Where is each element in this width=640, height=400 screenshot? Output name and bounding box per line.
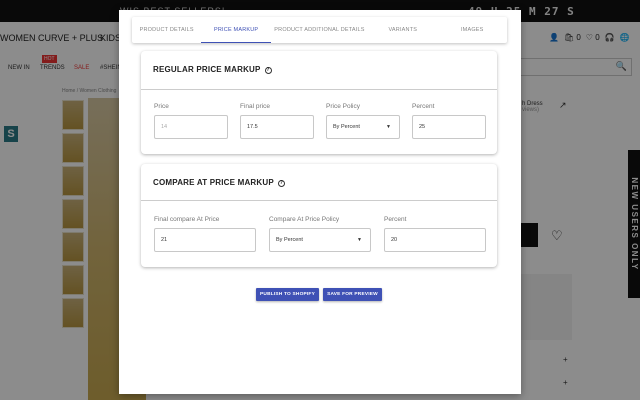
price-policy-select[interactable]: By Percent ▼	[326, 115, 400, 139]
dropdown-caret-icon: ▼	[386, 124, 391, 130]
regular-price-card: REGULAR PRICE MARKUP? Price 14 Final pri…	[141, 51, 497, 154]
tab-price-markup[interactable]: PRICE MARKUP	[201, 17, 272, 43]
compare-percent-label: Percent	[384, 216, 407, 223]
price-label: Price	[154, 103, 169, 110]
modal-tabs: PRODUCT DETAILS PRICE MARKUP PRODUCT ADD…	[132, 17, 507, 43]
price-policy-label: Price Policy	[326, 103, 360, 110]
compare-percent-field[interactable]: 20	[384, 228, 486, 252]
final-compare-label: Final compare At Price	[154, 216, 220, 223]
save-for-preview-button[interactable]: SAVE FOR PREVIEW	[323, 288, 382, 301]
divider	[141, 200, 497, 201]
tab-variants[interactable]: VARIANTS	[368, 17, 437, 43]
final-price-field[interactable]: 17.5	[240, 115, 314, 139]
price-markup-modal: PRODUCT DETAILS PRICE MARKUP PRODUCT ADD…	[119, 10, 521, 394]
compare-policy-label: Compare At Price Policy	[269, 216, 340, 223]
compare-policy-select[interactable]: By Percent ▼	[269, 228, 371, 252]
final-compare-field[interactable]: 21	[154, 228, 256, 252]
tab-product-details[interactable]: PRODUCT DETAILS	[132, 17, 201, 43]
help-icon[interactable]: ?	[264, 67, 272, 74]
percent-field[interactable]: 25	[412, 115, 486, 139]
dropdown-caret-icon: ▼	[357, 237, 362, 243]
price-field[interactable]: 14	[154, 115, 228, 139]
tab-product-additional-details[interactable]: PRODUCT ADDITIONAL DETAILS	[271, 17, 368, 43]
compare-price-title: COMPARE AT PRICE MARKUP?	[153, 178, 285, 187]
tab-images[interactable]: IMAGES	[438, 17, 507, 43]
help-icon[interactable]: ?	[277, 180, 285, 187]
divider	[141, 89, 497, 90]
percent-label: Percent	[412, 103, 435, 110]
final-price-label: Final price	[240, 103, 270, 110]
compare-price-card: COMPARE AT PRICE MARKUP? Final compare A…	[141, 164, 497, 267]
regular-price-title: REGULAR PRICE MARKUP?	[153, 65, 272, 74]
publish-to-shopify-button[interactable]: PUBLISH TO SHOPIFY	[256, 288, 319, 301]
